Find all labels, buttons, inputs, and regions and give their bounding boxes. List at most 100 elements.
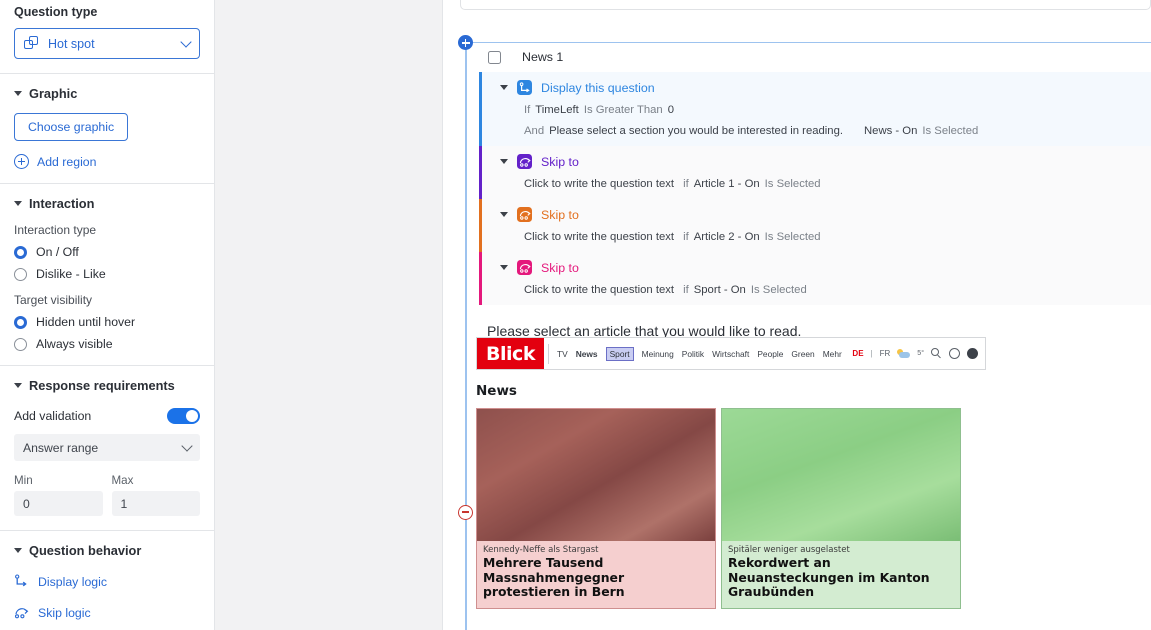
add-node-button[interactable] xyxy=(458,35,473,50)
radio-label: Hidden until hover xyxy=(36,315,136,329)
rule-header[interactable]: Skip to xyxy=(479,207,1151,222)
question-type-value: Hot spot xyxy=(48,36,95,51)
display-logic-label: Display logic xyxy=(38,574,108,589)
skip-logic-icon xyxy=(517,260,532,275)
rule-name[interactable]: Skip to xyxy=(541,208,579,222)
previous-question-card[interactable] xyxy=(460,0,1151,10)
search-icon[interactable] xyxy=(931,348,942,359)
condition-value: Article 1 - On xyxy=(693,178,760,190)
question-name-label: News 1 xyxy=(522,50,564,64)
rule-condition: Click to write the question text if Arti… xyxy=(479,231,1151,243)
rule-header[interactable]: Skip to xyxy=(479,260,1151,275)
nav-item-meinung[interactable]: Meinung xyxy=(642,349,674,359)
target-icon[interactable] xyxy=(949,348,960,359)
collapse-triangle-icon[interactable] xyxy=(500,265,508,270)
logic-rule-skip-1: Skip to Click to write the question text… xyxy=(479,146,1151,199)
display-logic-icon xyxy=(14,574,29,589)
rule-header[interactable]: Display this question xyxy=(479,80,1151,95)
section-interaction[interactable]: Interaction xyxy=(14,196,200,211)
display-logic-link[interactable]: Display logic xyxy=(14,574,200,589)
hotspot-graphic-preview[interactable]: Blick TV News Sport Meinung Politik Wirt… xyxy=(476,337,986,609)
condition-operator: Is Selected xyxy=(922,125,979,137)
condition-keyword: if xyxy=(683,284,689,296)
min-max-group: Min 0 Max 1 xyxy=(14,474,200,516)
min-input[interactable]: 0 xyxy=(14,491,103,516)
skip-logic-icon xyxy=(517,154,532,169)
skip-logic-label: Skip logic xyxy=(38,605,91,620)
nav-item-people[interactable]: People xyxy=(757,349,783,359)
add-region-label: Add region xyxy=(37,154,97,169)
section-graphic[interactable]: Graphic xyxy=(14,86,200,101)
logic-rule-display: Display this question If TimeLeft Is Gre… xyxy=(479,72,1151,146)
hotspot-region-overlay[interactable] xyxy=(722,409,960,541)
rule-condition-2: And Please select a section you would be… xyxy=(479,125,1151,137)
divider xyxy=(548,343,549,364)
validation-type-select[interactable]: Answer range xyxy=(14,434,200,461)
target-visibility-label: Target visibility xyxy=(14,293,93,307)
skip-logic-link[interactable]: Skip logic xyxy=(14,605,200,620)
rule-name[interactable]: Skip to xyxy=(541,155,579,169)
nav-item-news[interactable]: News xyxy=(576,349,598,359)
temperature-label: 5° xyxy=(917,350,924,357)
radio-visibility-hidden-until-hover[interactable]: Hidden until hover xyxy=(14,315,200,329)
plus-circle-icon xyxy=(14,154,29,169)
toggle-knob xyxy=(186,410,198,422)
hotspot-region-overlay[interactable] xyxy=(477,409,715,541)
nav-item-wirtschaft[interactable]: Wirtschaft xyxy=(712,349,749,359)
question-flow-rail xyxy=(465,42,467,630)
max-input[interactable]: 1 xyxy=(111,491,200,516)
rule-name[interactable]: Skip to xyxy=(541,261,579,275)
rule-name[interactable]: Display this question xyxy=(541,81,655,95)
blick-nav-items: TV News Sport Meinung Politik Wirtschaft… xyxy=(557,346,842,361)
add-validation-row: Add validation xyxy=(14,408,200,424)
divider xyxy=(0,365,214,366)
question-settings-sidebar: Question type Hot spot Graphic Choose gr… xyxy=(0,0,215,630)
rule-accent-bar xyxy=(479,252,482,305)
condition-target-text: Click to write the question text xyxy=(524,231,675,243)
radio-visibility-always-visible[interactable]: Always visible xyxy=(14,337,200,351)
radio-label: Dislike - Like xyxy=(36,267,106,281)
lang-de[interactable]: DE xyxy=(852,349,863,358)
collapse-triangle-icon[interactable] xyxy=(500,212,508,217)
avatar[interactable] xyxy=(967,348,978,359)
condition-field: TimeLeft xyxy=(535,104,579,116)
interaction-type-label: Interaction type xyxy=(14,223,97,237)
question-select-checkbox[interactable] xyxy=(488,50,501,64)
add-validation-toggle[interactable] xyxy=(167,408,200,424)
nav-item-tv[interactable]: TV xyxy=(557,349,568,359)
caret-down-icon xyxy=(14,201,22,206)
nav-item-green[interactable]: Green xyxy=(791,349,814,359)
condition-operator: Is Selected xyxy=(750,284,807,296)
condition-keyword: if xyxy=(683,231,689,243)
question-type-select[interactable]: Hot spot xyxy=(14,28,200,59)
lang-fr[interactable]: FR xyxy=(880,349,891,358)
section-question-behavior[interactable]: Question behavior xyxy=(14,543,200,558)
add-region-button[interactable]: Add region xyxy=(14,154,200,169)
rule-header[interactable]: Skip to xyxy=(479,154,1151,169)
lang-separator: | xyxy=(870,349,873,358)
article-card-2[interactable]: Spitäler weniger ausgelastet Rekordwert … xyxy=(721,408,961,609)
nav-item-mehr[interactable]: Mehr xyxy=(823,349,842,359)
nav-item-sport[interactable]: Sport xyxy=(605,346,634,361)
radio-interaction-on-off[interactable]: On / Off xyxy=(14,245,200,259)
article-headline: Rekordwert an Neuansteckungen im Kanton … xyxy=(728,555,930,600)
condition-keyword: if xyxy=(683,178,689,190)
radio-icon xyxy=(14,337,27,351)
choose-graphic-button[interactable]: Choose graphic xyxy=(14,113,129,141)
collapse-triangle-icon[interactable] xyxy=(500,85,508,90)
condition-operator: Is Selected xyxy=(764,178,821,190)
condition-keyword: If xyxy=(524,104,531,116)
remove-node-button[interactable] xyxy=(458,505,473,520)
section-response-requirements[interactable]: Response requirements xyxy=(14,378,200,393)
collapse-triangle-icon[interactable] xyxy=(500,159,508,164)
skip-logic-icon xyxy=(517,207,532,222)
divider xyxy=(0,73,214,74)
nav-item-politik[interactable]: Politik xyxy=(682,349,704,359)
blick-utility-area: DE | FR 5° xyxy=(852,348,985,359)
radio-label: On / Off xyxy=(36,245,79,259)
max-label: Max xyxy=(111,474,134,487)
radio-interaction-dislike-like[interactable]: Dislike - Like xyxy=(14,267,200,281)
divider xyxy=(0,183,214,184)
article-card-1[interactable]: Kennedy-Neffe als Stargast Mehrere Tause… xyxy=(476,408,716,609)
rule-accent-bar xyxy=(479,199,482,252)
